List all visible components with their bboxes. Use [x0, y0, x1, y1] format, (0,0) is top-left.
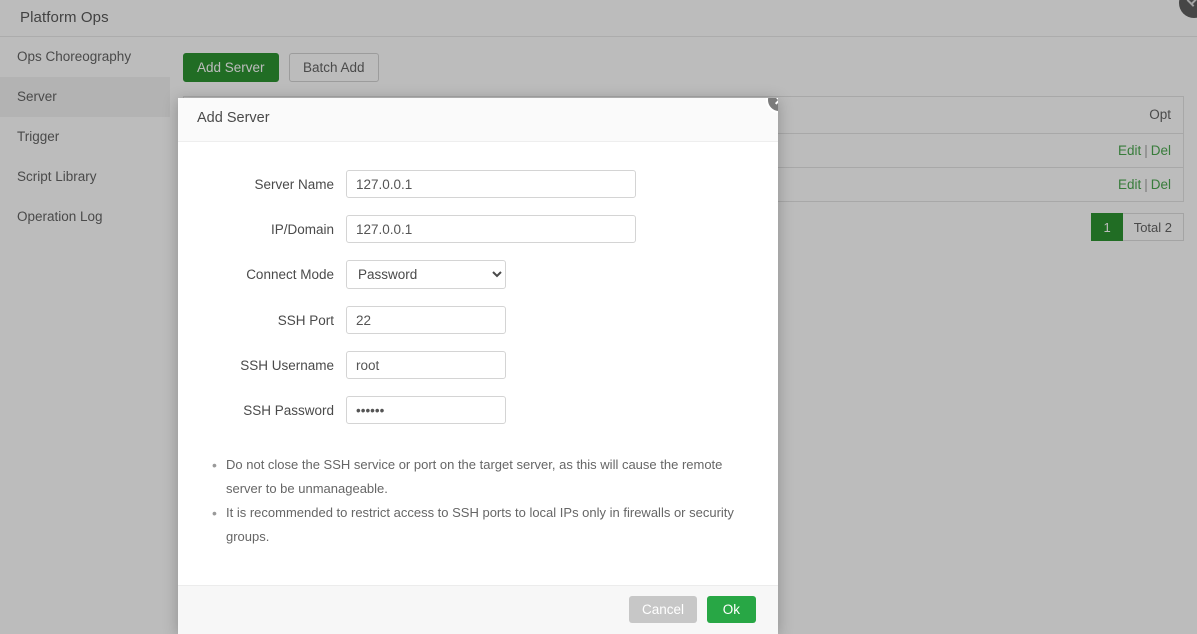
- cancel-button[interactable]: Cancel: [629, 596, 697, 623]
- ip-domain-input[interactable]: [346, 215, 636, 243]
- connect-mode-select[interactable]: Password Key: [346, 260, 506, 289]
- field-label-ip-domain: IP/Domain: [178, 222, 346, 237]
- ok-button[interactable]: Ok: [707, 596, 756, 623]
- field-label-ssh-username: SSH Username: [178, 358, 346, 373]
- note-item: It is recommended to restrict access to …: [208, 501, 748, 549]
- modal-footer: Cancel Ok: [178, 585, 778, 634]
- modal-body: Server Name IP/Domain Connect Mode Passw…: [178, 142, 778, 585]
- field-row-ip-domain: IP/Domain: [178, 215, 778, 243]
- add-server-modal: Add Server Server Name IP/Domain Connect…: [178, 98, 778, 634]
- ssh-username-input[interactable]: [346, 351, 506, 379]
- modal-title: Add Server: [197, 110, 270, 126]
- modal-header: Add Server: [178, 98, 778, 142]
- field-row-connect-mode: Connect Mode Password Key: [178, 260, 778, 289]
- field-label-ssh-password: SSH Password: [178, 403, 346, 418]
- field-row-server-name: Server Name: [178, 170, 778, 198]
- modal-notes: Do not close the SSH service or port on …: [178, 453, 778, 549]
- field-row-ssh-password: SSH Password: [178, 396, 778, 424]
- server-name-input[interactable]: [346, 170, 636, 198]
- ssh-port-input[interactable]: [346, 306, 506, 334]
- field-label-connect-mode: Connect Mode: [178, 267, 346, 282]
- ssh-password-input[interactable]: [346, 396, 506, 424]
- field-label-ssh-port: SSH Port: [178, 313, 346, 328]
- close-icon[interactable]: [766, 98, 778, 113]
- note-item: Do not close the SSH service or port on …: [208, 453, 748, 501]
- field-label-server-name: Server Name: [178, 177, 346, 192]
- field-row-ssh-username: SSH Username: [178, 351, 778, 379]
- field-row-ssh-port: SSH Port: [178, 306, 778, 334]
